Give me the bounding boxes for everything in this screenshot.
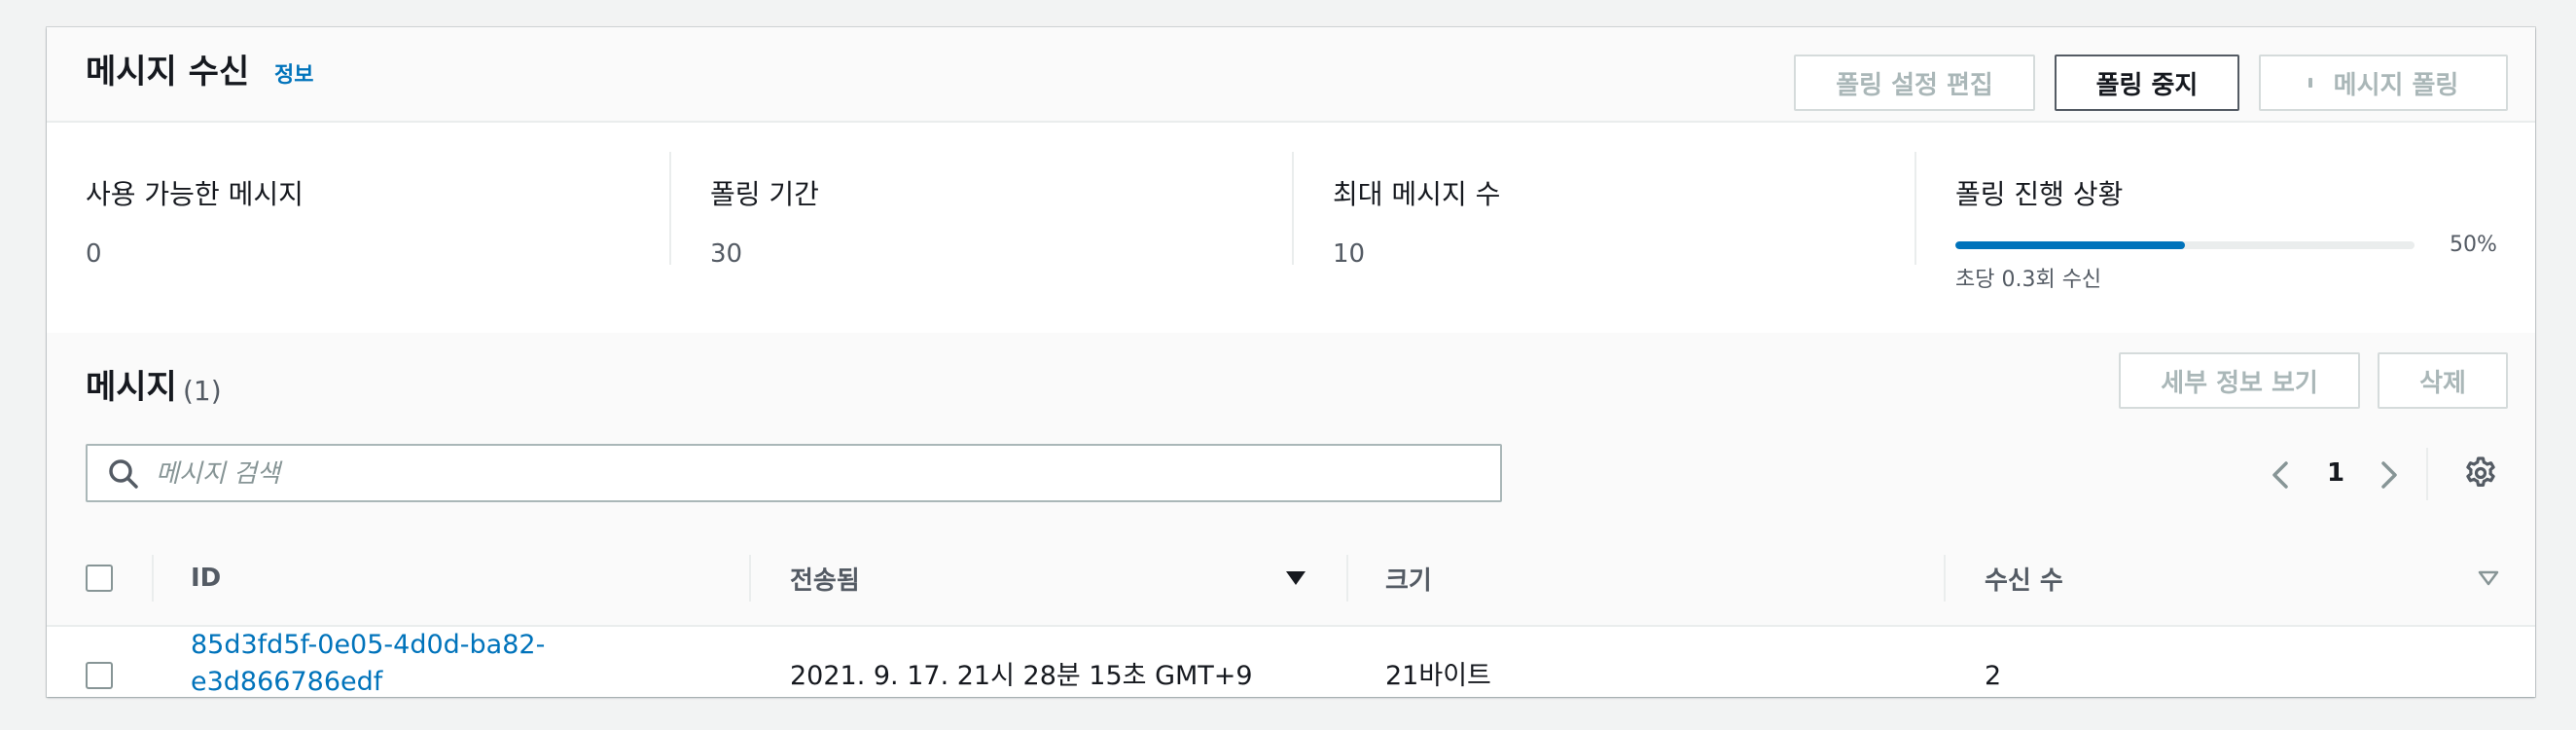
row-select-checkbox[interactable] — [86, 662, 113, 689]
max-messages-value: 10 — [1333, 239, 1366, 269]
search-icon — [109, 459, 138, 489]
message-id-line-2: e3d866786edf — [191, 667, 383, 697]
view-details-button[interactable]: 세부 정보 보기 — [2119, 352, 2360, 409]
stat-divider — [1292, 152, 1294, 265]
view-details-label: 세부 정보 보기 — [2161, 368, 2318, 398]
panel-title: 메시지 수신 — [86, 53, 250, 91]
polling-duration-label: 폴링 기간 — [710, 178, 819, 210]
polling-progress-percent: 50% — [2450, 233, 2497, 257]
available-messages-label: 사용 가능한 메시지 — [86, 178, 304, 210]
message-id-link[interactable]: 85d3fd5f-0e05-4d0d-ba82- e3d866786edf — [191, 627, 545, 697]
column-header-sent-label: 전송됨 — [790, 566, 860, 596]
column-header-receive-count-label: 수신 수 — [1985, 566, 2063, 596]
panel-header: 메시지 수신 정보 폴링 설정 편집 폴링 중지 메시지 폴링 — [47, 27, 2535, 123]
column-divider — [1944, 555, 1946, 602]
edit-poll-settings-label: 폴링 설정 편집 — [1836, 70, 1993, 100]
delete-button[interactable]: 삭제 — [2378, 352, 2508, 409]
polling-progress-fill — [1955, 241, 2185, 249]
column-header-size[interactable]: 크기 — [1385, 531, 1432, 625]
message-receive-count: 2 — [1985, 661, 2002, 691]
stat-divider — [1914, 152, 1916, 265]
column-header-id-label: ID — [191, 564, 222, 593]
polling-stats: 사용 가능한 메시지 0 폴링 기간 30 최대 메시지 수 10 폴링 진행 … — [47, 123, 2535, 333]
available-messages-value: 0 — [86, 239, 102, 269]
receive-messages-panel: 메시지 수신 정보 폴링 설정 편집 폴링 중지 메시지 폴링 사용 가능한 메… — [47, 27, 2535, 697]
sort-icon[interactable] — [2477, 566, 2500, 590]
stop-polling-button[interactable]: 폴링 중지 — [2055, 55, 2239, 111]
edit-poll-settings-button[interactable]: 폴링 설정 편집 — [1794, 55, 2035, 111]
select-all-checkbox[interactable] — [86, 565, 113, 592]
messages-section: 메시지 (1) 세부 정보 보기 삭제 1 — [47, 333, 2535, 533]
column-divider — [749, 555, 751, 602]
pagination-divider — [2426, 448, 2428, 500]
message-id-line-1: 85d3fd5f-0e05-4d0d-ba82- — [191, 630, 546, 660]
polling-progress-bar — [1955, 241, 2415, 249]
stat-divider — [669, 152, 671, 265]
table-header: ID 전송됨 크기 수신 수 — [47, 531, 2535, 627]
polling-duration-value: 30 — [710, 239, 743, 269]
column-header-receive-count[interactable]: 수신 수 — [1985, 531, 2063, 625]
message-search-input[interactable] — [154, 450, 1481, 498]
max-messages-label: 최대 메시지 수 — [1333, 178, 1501, 210]
messages-title: 메시지 — [86, 368, 177, 407]
column-divider — [152, 555, 154, 602]
chevron-left-icon[interactable] — [2267, 456, 2296, 494]
polling-rate-text: 초당 0.3회 수신 — [1955, 268, 2102, 292]
table-row: 85d3fd5f-0e05-4d0d-ba82- e3d866786edf 20… — [47, 627, 2535, 697]
current-page-number[interactable]: 1 — [2321, 454, 2350, 493]
column-header-id[interactable]: ID — [191, 531, 221, 625]
loading-indicator-icon — [2308, 78, 2312, 88]
delete-label: 삭제 — [2419, 368, 2466, 398]
column-header-sent[interactable]: 전송됨 — [790, 531, 860, 625]
message-size: 21바이트 — [1385, 661, 1491, 691]
chevron-right-icon[interactable] — [2374, 456, 2403, 494]
stop-polling-label: 폴링 중지 — [2095, 70, 2199, 100]
gear-icon[interactable] — [2463, 456, 2498, 491]
sort-descending-icon[interactable] — [1284, 566, 1307, 590]
poll-messages-label: 메시지 폴링 — [2333, 70, 2459, 100]
column-header-size-label: 크기 — [1385, 566, 1432, 596]
info-link[interactable]: 정보 — [274, 62, 313, 90]
message-sent-time: 2021. 9. 17. 21시 28분 15초 GMT+9 — [790, 661, 1253, 691]
poll-messages-button[interactable]: 메시지 폴링 — [2259, 55, 2508, 111]
polling-progress-label: 폴링 진행 상황 — [1955, 178, 2124, 210]
column-divider — [1346, 555, 1348, 602]
message-search-box — [86, 444, 1502, 502]
messages-count: (1) — [183, 375, 222, 407]
